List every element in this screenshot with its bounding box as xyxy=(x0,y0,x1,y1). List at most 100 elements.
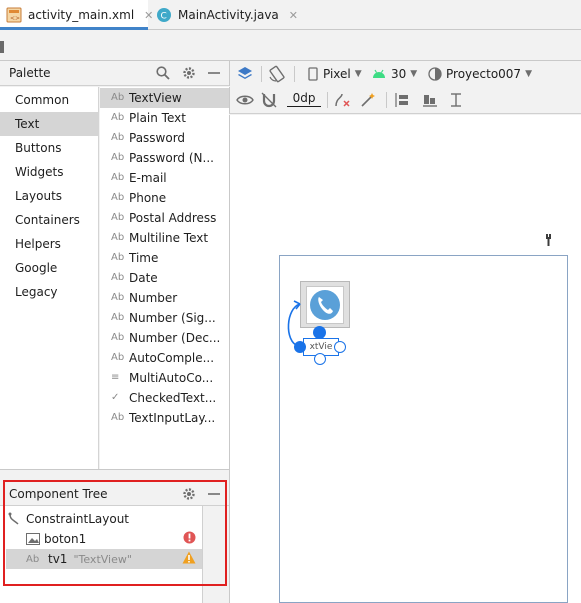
palette-item[interactable]: Ab TextView xyxy=(100,88,229,108)
category-buttons[interactable]: Buttons xyxy=(0,136,99,160)
separator xyxy=(294,66,295,82)
theme-selector[interactable]: Proyecto007 ▼ xyxy=(428,64,532,83)
palette-item-label: Number (Sig... xyxy=(129,311,216,325)
palette-item[interactable]: Ab Plain Text xyxy=(100,108,229,128)
palette-item-label: Date xyxy=(129,271,158,285)
palette-item[interactable]: ≡ MultiAutoCo... xyxy=(100,368,229,388)
palette-item[interactable]: Ab Date xyxy=(100,268,229,288)
textview-icon: Ab xyxy=(111,192,125,203)
palette-item[interactable]: Ab TextInputLay... xyxy=(100,408,229,428)
textview-icon: Ab xyxy=(111,232,125,243)
palette-item-label: CheckedText... xyxy=(129,391,217,405)
highlight-box xyxy=(3,480,227,586)
palette-item-label: Number (Dec... xyxy=(129,331,221,345)
close-icon[interactable]: ✕ xyxy=(289,9,298,22)
textview-icon: Ab xyxy=(111,112,125,123)
textview-icon: Ab xyxy=(111,312,125,323)
category-common[interactable]: Common xyxy=(0,88,99,112)
palette-item[interactable]: Ab AutoComple... xyxy=(100,348,229,368)
check-icon: ✓ xyxy=(111,392,120,403)
palette-item[interactable]: Ab Password xyxy=(100,128,229,148)
palette-item[interactable]: Ab Password (N... xyxy=(100,148,229,168)
device-selector[interactable]: Pixel ▼ xyxy=(308,64,362,83)
tab-main-activity[interactable]: C MainActivity.java ✕ xyxy=(150,0,298,30)
textview-icon: Ab xyxy=(111,172,125,183)
category-google[interactable]: Google xyxy=(0,256,99,280)
api-selector[interactable]: 30 ▼ xyxy=(372,64,417,83)
palette-item[interactable]: Ab Number (Sig... xyxy=(100,308,229,328)
palette-item[interactable]: Ab Postal Address xyxy=(100,208,229,228)
editor-strip xyxy=(0,31,581,61)
gear-icon[interactable] xyxy=(181,65,197,81)
infer-constraints-icon[interactable] xyxy=(360,90,376,109)
guidelines-icon[interactable] xyxy=(448,90,464,109)
palette-item-label: E-mail xyxy=(129,171,167,185)
right-anchor-handle[interactable] xyxy=(334,341,346,353)
pack-icon[interactable] xyxy=(394,90,410,109)
tab-label: activity_main.xml xyxy=(28,8,135,22)
device-label: Pixel xyxy=(323,66,351,81)
layers-icon[interactable] xyxy=(236,64,254,83)
android-icon xyxy=(373,69,385,78)
left-anchor-handle[interactable] xyxy=(294,341,306,353)
design-toolbar: Pixel ▼ 30 ▼ Proyecto007 ▼ xyxy=(229,61,581,86)
palette-item-label: Number xyxy=(129,291,178,305)
tab-label: MainActivity.java xyxy=(178,8,279,22)
palette-item[interactable]: ✓ CheckedText... xyxy=(100,388,229,408)
category-text[interactable]: Text xyxy=(0,112,99,136)
wrench-icon[interactable] xyxy=(545,233,557,250)
palette-item-label: Plain Text xyxy=(129,111,186,125)
textview-icon: Ab xyxy=(111,332,125,343)
separator xyxy=(261,66,262,82)
textview-icon: Ab xyxy=(111,292,125,303)
category-containers[interactable]: Containers xyxy=(0,208,99,232)
palette-items: Ab TextView Ab Plain Text Ab Password Ab Pas… xyxy=(100,87,229,469)
theme-icon xyxy=(428,66,442,81)
theme-label: Proyecto007 xyxy=(446,66,522,81)
clear-constraints-icon[interactable] xyxy=(334,90,352,109)
magnet-off-icon[interactable] xyxy=(261,90,277,109)
palette-item[interactable]: Ab Number xyxy=(100,288,229,308)
top-anchor-handle[interactable] xyxy=(313,326,326,339)
palette-item[interactable]: Ab E-mail xyxy=(100,168,229,188)
category-layouts[interactable]: Layouts xyxy=(0,184,99,208)
category-widgets[interactable]: Widgets xyxy=(0,160,99,184)
eye-icon[interactable] xyxy=(236,90,254,109)
bottom-anchor-handle[interactable] xyxy=(314,353,326,365)
default-margin[interactable]: 0dp xyxy=(287,90,321,107)
textview-icon: Ab xyxy=(111,92,125,103)
textview-icon: Ab xyxy=(111,212,125,223)
textview-icon: Ab xyxy=(111,152,125,163)
align-icon[interactable] xyxy=(422,90,438,109)
xml-layout-icon: <> xyxy=(6,7,22,23)
api-label: 30 xyxy=(391,66,407,81)
tab-activity-main[interactable]: <> activity_main.xml ✕ xyxy=(0,0,153,30)
palette-item-label: Time xyxy=(129,251,159,265)
textview-icon: Ab xyxy=(111,272,125,283)
palette-item[interactable]: Ab Time xyxy=(100,248,229,268)
palette-item-label: Password (N... xyxy=(129,151,214,165)
java-class-icon: C xyxy=(156,7,172,23)
minimize-icon[interactable] xyxy=(206,65,222,81)
palette-categories: Common Text Buttons Widgets Layouts Cont… xyxy=(0,87,99,469)
palette-item-label: TextView xyxy=(129,91,182,105)
chevron-down-icon: ▼ xyxy=(525,68,532,79)
category-legacy[interactable]: Legacy xyxy=(0,280,99,304)
svg-text:<>: <> xyxy=(10,15,20,22)
textview-icon: Ab xyxy=(111,252,125,263)
palette-item[interactable]: Ab Phone xyxy=(100,188,229,208)
phone-icon xyxy=(308,66,318,81)
palette-item-label: Phone xyxy=(129,191,167,205)
svg-text:C: C xyxy=(161,12,167,22)
category-helpers[interactable]: Helpers xyxy=(0,232,99,256)
palette-item[interactable]: Ab Multiline Text xyxy=(100,228,229,248)
search-icon[interactable] xyxy=(155,65,171,81)
editor-tab-bar: <> activity_main.xml ✕ C MainActivity.ja… xyxy=(0,0,581,30)
textview-icon: Ab xyxy=(111,412,125,423)
palette-item-label: Multiline Text xyxy=(129,231,209,245)
palette-item[interactable]: Ab Number (Dec... xyxy=(100,328,229,348)
textview-preview-label: xtVie xyxy=(309,342,333,352)
chevron-down-icon: ▼ xyxy=(410,68,418,79)
orientation-icon[interactable] xyxy=(268,64,286,83)
chevron-down-icon: ▼ xyxy=(354,68,362,79)
